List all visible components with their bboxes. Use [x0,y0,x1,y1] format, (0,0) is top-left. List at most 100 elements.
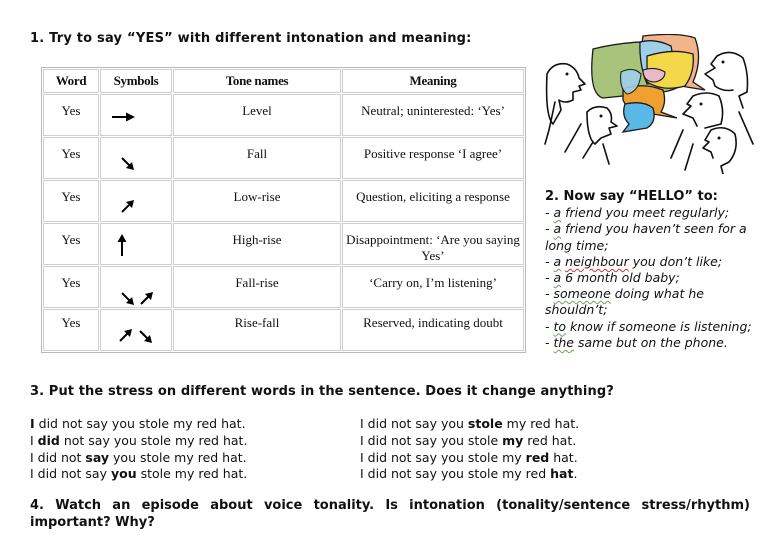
table-row: Yes Rise-fall Reserved, indicating doubt [43,309,524,351]
stressed-word: did [37,432,60,448]
section-3-heading: 3. Put the stress on different words in … [30,384,614,399]
item-misspelled-word: neighbour [565,253,629,269]
sentence-after: . [573,466,578,482]
meaning-text: Positive response ‘I agree’ [363,146,503,161]
list-item: - the same but on the phone. [545,335,760,351]
arrow-up-right-icon [119,329,132,342]
cell-tone: Level [173,94,341,136]
word-text: Yes [61,232,81,247]
sentence: I did not say you stole my red hat. [30,433,247,450]
sentence-before: I did not say you [360,416,468,431]
meaning-text: ‘Carry on, I’m listening’ [369,275,497,290]
sentence: I did not say you stole my red hat. [360,466,579,483]
table-row: Yes Fall Positive response ‘I agree’ [43,137,524,179]
cell-symbol [100,94,172,136]
cell-word: Yes [43,223,99,265]
cell-word: Yes [43,266,99,308]
cell-meaning: ‘Carry on, I’m listening’ [342,266,524,308]
tone-text: Rise-fall [234,315,280,330]
sentence-before: I did not say [30,466,111,482]
word-text: Yes [61,189,81,204]
sentence-after: stole my red hat. [136,466,248,482]
stressed-word: hat [550,466,574,482]
section-2-heading: 2. Now say “HELLO” to: [545,189,718,204]
meaning-text: Question, eliciting a response [356,189,510,204]
sentence-after: not say you stole my red hat. [59,432,248,448]
sentence-after: did not say you stole my red hat. [34,416,246,431]
sentence: I did not say you stole my red hat. [360,433,579,450]
sentences-left-column: I did not say you stole my red hat. I di… [30,416,247,483]
meaning-text: Disappointment: ‘Are you saying Yes’ [346,232,520,263]
sentence-after: red hat. [523,432,577,448]
list-item: - a neighbour you don’t like; [545,254,760,270]
table-row: Yes Fall-rise ‘Carry on, I’m listening’ [43,266,524,308]
column-header-word: Word [43,69,99,93]
cell-meaning: Question, eliciting a response [342,180,524,222]
item-rest: friend you meet regularly; [561,205,730,221]
tone-text: High-rise [232,232,282,247]
cell-meaning: Neutral; uninterested: ‘Yes’ [342,94,524,136]
tone-text: Low-rise [233,189,281,204]
intonation-table: Word Symbols Tone names Meaning Yes Leve… [41,67,526,353]
section-2: 2. Now say “HELLO” to: - a friend you me… [545,189,760,351]
person-right-top [704,51,749,109]
arrow-up-right-icon [140,292,153,305]
column-header-meaning: Meaning [342,69,524,93]
cell-tone: Rise-fall [173,309,341,351]
sentence-after: you stole my red hat. [109,449,247,465]
item-first-word: a [553,270,562,286]
sentence-before: I did not say you stole my red [360,466,551,482]
sentence: I did not say you stole my red hat. [30,450,247,467]
column-header-tone-names: Tone names [173,69,341,93]
tone-text: Fall-rise [235,275,279,290]
table-row: Yes Low-rise Question, eliciting a respo… [43,180,524,222]
list-item: - a friend you haven’t seen for a long t… [545,221,760,253]
cell-meaning: Positive response ‘I agree’ [342,137,524,179]
cell-symbol [100,223,172,265]
item-rest: you don’t like; [628,253,723,269]
cell-symbol [100,309,172,351]
arrow-down-right-icon [139,330,152,343]
sentence: I did not say you stole my red hat. [360,450,579,467]
cell-tone: Low-rise [173,180,341,222]
cell-tone: High-rise [173,223,341,265]
sentence-before: I did not say you stole [360,432,503,448]
column-header-symbols: Symbols [100,69,172,93]
sentence-before: I did not [30,449,86,465]
section-1-heading: 1. Try to say “YES” with different inton… [30,31,472,46]
table-row: Yes High-rise Disappointment: ‘Are you s… [43,223,524,265]
stressed-word: red [525,449,550,465]
meaning-text: Reserved, indicating doubt [363,315,503,330]
item-rest: friend you haven’t seen for a long time; [545,221,747,253]
table-header-row: Word Symbols Tone names Meaning [43,69,524,93]
cell-tone: Fall-rise [173,266,341,308]
cell-symbol [100,137,172,179]
stressed-word: say [85,449,110,465]
arrow-down-right-icon [121,292,134,305]
stressed-word: you [110,466,137,482]
meaning-text: Neutral; uninterested: ‘Yes’ [361,103,505,118]
item-first-word: someone [553,286,611,302]
sentence: I did not say you stole my red hat. [30,416,247,433]
stressed-word: stole [467,416,503,431]
word-text: Yes [61,315,81,330]
cell-symbol [100,180,172,222]
tone-text: Fall [246,146,268,161]
item-first-word: the [553,334,574,350]
arrow-down-right-icon [121,157,134,170]
arrow-up-right-icon [121,200,134,213]
section-4-heading: 4. Watch an episode about voice tonality… [30,498,750,530]
word-text: Yes [61,103,81,118]
item-first-word: to [553,318,567,334]
sentence: I did not say you stole my red hat. [360,416,579,433]
speech-bubble-blue [621,102,655,133]
sentence-before: I did not say you stole my [360,449,526,465]
cell-meaning: Reserved, indicating doubt [342,309,524,351]
word-text: Yes [61,146,81,161]
cell-word: Yes [43,180,99,222]
word-text: Yes [61,275,81,290]
list-item: - a friend you meet regularly; [545,205,760,221]
item-rest: know if someone is listening; [566,318,752,334]
item-first-word: a [553,253,562,269]
sentences-right-column: I did not say you stole my red hat. I di… [360,416,579,483]
